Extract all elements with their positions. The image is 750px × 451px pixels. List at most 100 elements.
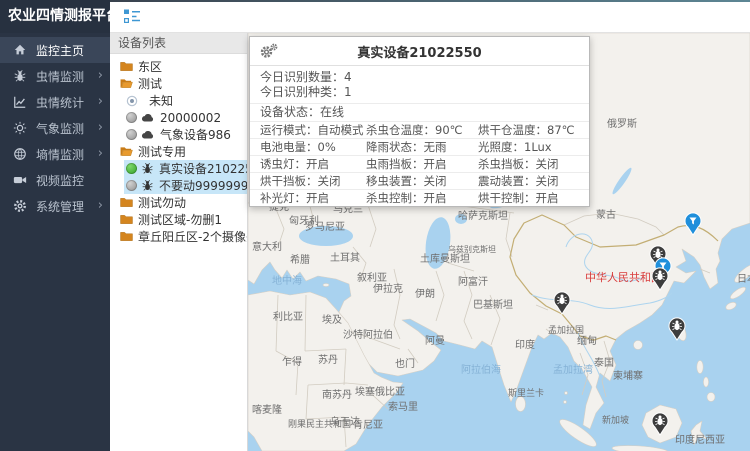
popup-status-label: 设备状态	[260, 105, 308, 119]
popup-stat-label: 今日识别数量	[260, 70, 332, 84]
app-title: 农业四情测报平台	[0, 0, 110, 33]
map-label: 伊拉克	[373, 282, 403, 295]
tree-folder[interactable]: 章丘阳丘区-2个摄像头	[110, 228, 247, 245]
chevron-right-icon: ›	[98, 63, 103, 89]
settings-cogs-icon[interactable]	[259, 43, 278, 60]
tree-item-label: 测试专用	[138, 143, 186, 160]
popup-field: 烘干仓温度：87℃	[478, 122, 589, 138]
popup-field-value: 1Lux	[524, 140, 552, 154]
device-info-popup: 真实设备21022550 今日识别数量：4今日识别种类：1 设备状态：在线 运行…	[249, 36, 590, 207]
popup-field-value: 关闭	[318, 174, 341, 188]
popup-field-value: 90℃	[435, 123, 463, 137]
device-list-panel: 设备列表 东区测试未知20000002气象设备986测试专用真实设备210225…	[110, 33, 248, 451]
popup-detail-grid: 运行模式：自动模式杀虫仓温度：90℃烘干仓温度：87℃电池电量：0%降雨状态：无…	[250, 121, 589, 206]
popup-field-colon: ：	[412, 174, 424, 188]
tree-item-label: 章丘阳丘区-2个摄像头	[138, 228, 247, 245]
island-cyprus	[323, 284, 329, 287]
insect-device-icon	[141, 162, 154, 175]
status-dot-offline	[126, 180, 137, 191]
tree-item-label: 东区	[138, 58, 162, 75]
popup-field-colon: ：	[524, 191, 536, 205]
sidebar-item-system-manage[interactable]: 系统管理›	[0, 193, 110, 219]
popup-field: 虫雨挡板：开启	[366, 156, 478, 172]
popup-grid-row: 烘干挡板：关闭移虫装置：关闭震动装置：关闭	[250, 172, 589, 189]
tree-folder[interactable]: 测试	[110, 75, 247, 92]
tree-folder[interactable]: 测试勿动	[110, 194, 247, 211]
tree-device[interactable]: 20000002	[124, 109, 247, 126]
map-label: 哈萨克斯坦	[458, 209, 508, 222]
popup-field-label: 运行模式	[260, 123, 306, 137]
globe-icon	[13, 147, 27, 161]
popup-field-label: 杀虫仓温度	[366, 123, 424, 137]
map-label: 意大利	[252, 240, 282, 253]
island-andaman-2	[564, 401, 567, 404]
map-label: 利比亚	[273, 311, 303, 323]
popup-field: 杀虫挡板：关闭	[478, 156, 589, 172]
sidebar-item-insect-stats[interactable]: 虫情统计›	[0, 89, 110, 115]
popup-field: 降雨状态：无雨	[366, 139, 478, 155]
tree-item-label: 20000002	[160, 111, 221, 125]
sidebar-item-label: 监控主页	[36, 42, 110, 59]
popup-field-value: 0%	[318, 140, 336, 154]
map-label: 土耳其	[330, 251, 360, 264]
map-label: 阿拉伯海	[461, 363, 501, 376]
map-label: 也门	[395, 357, 415, 370]
map-label: 希腊	[290, 253, 310, 266]
popup-stat: 今日识别数量：4	[250, 70, 589, 85]
popup-field-colon: ：	[513, 140, 525, 154]
folder-open-icon	[120, 78, 133, 89]
popup-field-colon: ：	[306, 123, 318, 137]
sidebar-item-moisture-monitor[interactable]: 墒情监测›	[0, 141, 110, 167]
popup-field-colon: ：	[524, 157, 536, 171]
popup-field-label: 补光灯	[260, 191, 295, 205]
popup-field: 烘干控制：开启	[478, 190, 589, 206]
folder-closed-icon	[120, 197, 133, 208]
tree-device[interactable]: 不要动99999999	[124, 177, 247, 194]
popup-grid-row: 诱虫灯：开启虫雨挡板：开启杀虫挡板：关闭	[250, 155, 589, 172]
sidebar-item-video-monitor[interactable]: 视频监控	[0, 167, 110, 193]
sidebar-item-home[interactable]: 监控主页	[0, 37, 110, 63]
folder-open-icon	[120, 146, 133, 157]
camera-icon	[13, 173, 27, 187]
popup-field-value: 开启	[424, 157, 447, 171]
tree-device[interactable]: 气象设备986	[124, 126, 247, 143]
popup-field-value: 开启	[536, 191, 559, 205]
chevron-right-icon: ›	[98, 115, 103, 141]
popup-field-label: 烘干控制	[478, 191, 524, 205]
popup-field-colon: ：	[524, 174, 536, 188]
island-philippines-mindanao	[707, 393, 715, 402]
popup-grid-row: 运行模式：自动模式杀虫仓温度：90℃烘干仓温度：87℃	[250, 121, 589, 138]
popup-field-colon: ：	[295, 191, 307, 205]
island-hainan	[634, 341, 643, 350]
tree-item-label: 测试勿动	[138, 194, 186, 211]
tree-folder[interactable]: 东区	[110, 58, 247, 75]
map-label: 泰国	[594, 356, 614, 369]
tree-item-label: 测试	[138, 75, 162, 92]
tree-folder[interactable]: 测试专用	[110, 143, 247, 160]
popup-field-colon: ：	[412, 191, 424, 205]
tree-folder[interactable]: 测试区域-勿删1	[110, 211, 247, 228]
sidebar-item-insect-monitor[interactable]: 虫情监测›	[0, 63, 110, 89]
sun-icon	[13, 121, 27, 135]
popup-stat-value: 4	[344, 70, 352, 84]
tree-item-label: 真实设备21022550	[159, 160, 247, 177]
status-dot-offline	[126, 129, 137, 140]
popup-grid-row: 补光灯：开启杀虫控制：开启烘干控制：开启	[250, 189, 589, 206]
tree-device[interactable]: 未知	[124, 92, 247, 109]
panel-toggle-icon[interactable]	[123, 8, 142, 25]
map-label: 乌兹别克斯坦	[448, 244, 496, 254]
sidebar-item-label: 视频监控	[36, 172, 110, 189]
map-label: 索马里	[388, 400, 418, 413]
popup-field-label: 降雨状态	[366, 140, 412, 154]
popup-field: 杀虫仓温度：90℃	[366, 122, 478, 138]
popup-field-colon: ：	[295, 157, 307, 171]
window-top-accent	[110, 0, 750, 2]
island-philippines-luzon	[697, 361, 703, 374]
popup-stat-value: 1	[344, 85, 352, 99]
popup-status-colon: ：	[308, 105, 320, 119]
popup-field: 运行模式：自动模式	[260, 122, 366, 138]
tree-device[interactable]: 真实设备21022550	[124, 160, 247, 177]
popup-field: 震动装置：关闭	[478, 173, 589, 189]
popup-field-colon: ：	[536, 123, 548, 137]
sidebar-item-weather-monitor[interactable]: 气象监测›	[0, 115, 110, 141]
